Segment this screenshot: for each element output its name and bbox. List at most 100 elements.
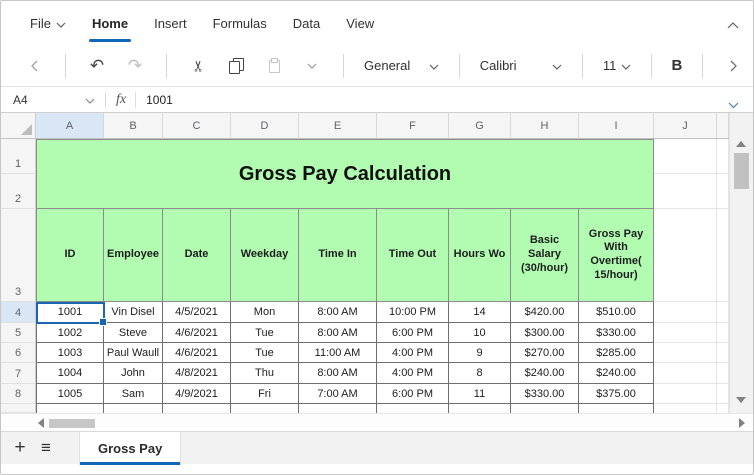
table-header-id[interactable]: ID	[36, 209, 104, 302]
row-header-8[interactable]: 8	[1, 384, 36, 404]
column-header-b[interactable]: B	[104, 113, 163, 138]
cell-c4[interactable]: 4/5/2021	[163, 302, 231, 323]
column-header-c[interactable]: C	[163, 113, 231, 138]
cell-h8[interactable]: $330.00	[511, 384, 579, 404]
cell-j6[interactable]	[654, 343, 717, 363]
sheet-list-icon[interactable]: ≡	[31, 432, 61, 464]
cell-b7[interactable]: John	[104, 363, 163, 384]
cell-j1[interactable]	[654, 139, 717, 174]
select-all-corner[interactable]	[1, 113, 36, 138]
row-header-partial[interactable]	[1, 404, 36, 413]
undo-icon[interactable]: ↶	[84, 53, 110, 79]
scroll-left-icon[interactable]	[38, 418, 44, 428]
cell-j4[interactable]	[654, 302, 717, 323]
cell-a4[interactable]: 1001	[36, 302, 104, 323]
cell-c8[interactable]: 4/9/2021	[163, 384, 231, 404]
scroll-right-icon[interactable]	[739, 418, 745, 428]
cell-g5[interactable]: 10	[449, 323, 511, 343]
sheet-tab-gross-pay[interactable]: Gross Pay	[79, 432, 181, 465]
row-header-4[interactable]: 4	[1, 302, 36, 323]
cell-h7[interactable]: $240.00	[511, 363, 579, 384]
vertical-scrollbar-thumb[interactable]	[734, 153, 749, 189]
cell-b4[interactable]: Vin Disel	[104, 302, 163, 323]
cell-j2[interactable]	[654, 174, 717, 209]
cell-i6[interactable]: $285.00	[579, 343, 654, 363]
cell-a9[interactable]	[36, 404, 104, 413]
cell-d9[interactable]	[231, 404, 299, 413]
row-header-3[interactable]: 3	[1, 209, 36, 302]
menu-formulas[interactable]: Formulas	[200, 1, 280, 45]
table-header-date[interactable]: Date	[163, 209, 231, 302]
cell-i4[interactable]: $510.00	[579, 302, 654, 323]
vertical-scrollbar[interactable]	[729, 113, 753, 413]
column-header-e[interactable]: E	[299, 113, 377, 138]
number-format-dropdown[interactable]: General	[356, 54, 447, 77]
table-header-employee[interactable]: Employee	[104, 209, 163, 302]
column-header-h[interactable]: H	[511, 113, 579, 138]
cut-icon[interactable]: ✂	[185, 53, 211, 79]
cell-i5[interactable]: $330.00	[579, 323, 654, 343]
cell-g4[interactable]: 14	[449, 302, 511, 323]
menu-file[interactable]: File	[17, 1, 79, 45]
font-name-dropdown[interactable]: Calibri	[472, 54, 570, 77]
table-header-weekday[interactable]: Weekday	[231, 209, 299, 302]
table-header-basic-salary[interactable]: Basic Salary (30/hour)	[511, 209, 579, 302]
cell-j5[interactable]	[654, 323, 717, 343]
column-header-partial[interactable]	[717, 113, 729, 138]
bold-button[interactable]: B	[664, 57, 690, 74]
cell-j9[interactable]	[654, 404, 717, 413]
cell-e6[interactable]: 11:00 AM	[299, 343, 377, 363]
formula-input[interactable]: 1001	[146, 93, 173, 107]
cell-e9[interactable]	[299, 404, 377, 413]
add-sheet-button[interactable]: +	[1, 432, 31, 464]
horizontal-scrollbar[interactable]	[1, 413, 753, 431]
row-header-5[interactable]: 5	[1, 323, 36, 343]
cell-e8[interactable]: 7:00 AM	[299, 384, 377, 404]
scroll-down-icon[interactable]	[736, 397, 746, 403]
cell-f6[interactable]: 4:00 PM	[377, 343, 449, 363]
cell-g8[interactable]: 11	[449, 384, 511, 404]
expand-formula-bar-icon[interactable]	[728, 96, 739, 114]
cell-e5[interactable]: 8:00 AM	[299, 323, 377, 343]
cell-a8[interactable]: 1005	[36, 384, 104, 404]
paste-options-chevron-icon[interactable]	[299, 53, 325, 79]
column-header-i[interactable]: I	[579, 113, 654, 138]
cell-h5[interactable]: $300.00	[511, 323, 579, 343]
column-header-d[interactable]: D	[231, 113, 299, 138]
menu-home[interactable]: Home	[79, 1, 141, 45]
cell-k7[interactable]	[717, 363, 729, 384]
cell-g7[interactable]: 8	[449, 363, 511, 384]
cell-a5[interactable]: 1002	[36, 323, 104, 343]
table-header-hours-worked[interactable]: Hours Wo	[449, 209, 511, 302]
cell-c9[interactable]	[163, 404, 231, 413]
cell-i9[interactable]	[579, 404, 654, 413]
cell-d4[interactable]: Mon	[231, 302, 299, 323]
row-header-1[interactable]: 1	[1, 139, 36, 174]
cell-g6[interactable]: 9	[449, 343, 511, 363]
cell-k5[interactable]	[717, 323, 729, 343]
cell-b6[interactable]: Paul Waull	[104, 343, 163, 363]
cell-d6[interactable]: Tue	[231, 343, 299, 363]
cell-j7[interactable]	[654, 363, 717, 384]
cell-b5[interactable]: Steve	[104, 323, 163, 343]
copy-icon[interactable]	[223, 53, 249, 79]
cell-k9[interactable]	[717, 404, 729, 413]
cell-a6[interactable]: 1003	[36, 343, 104, 363]
cell-j8[interactable]	[654, 384, 717, 404]
column-header-j[interactable]: J	[654, 113, 717, 138]
menu-view[interactable]: View	[333, 1, 387, 45]
row-header-7[interactable]: 7	[1, 363, 36, 384]
cell-c5[interactable]: 4/6/2021	[163, 323, 231, 343]
paste-icon[interactable]	[261, 53, 287, 79]
merged-title-cell[interactable]: Gross Pay Calculation	[36, 139, 654, 209]
table-header-gross-pay[interactable]: Gross Pay With Overtime( 15/hour)	[579, 209, 654, 302]
fx-icon[interactable]: fx	[116, 92, 126, 108]
cell-j3[interactable]	[654, 209, 717, 302]
cell-f5[interactable]: 6:00 PM	[377, 323, 449, 343]
cell-k1[interactable]	[717, 139, 729, 174]
ribbon-scroll-right-icon[interactable]	[721, 53, 747, 79]
cell-d5[interactable]: Tue	[231, 323, 299, 343]
cell-h4[interactable]: $420.00	[511, 302, 579, 323]
cell-k8[interactable]	[717, 384, 729, 404]
menu-insert[interactable]: Insert	[141, 1, 200, 45]
